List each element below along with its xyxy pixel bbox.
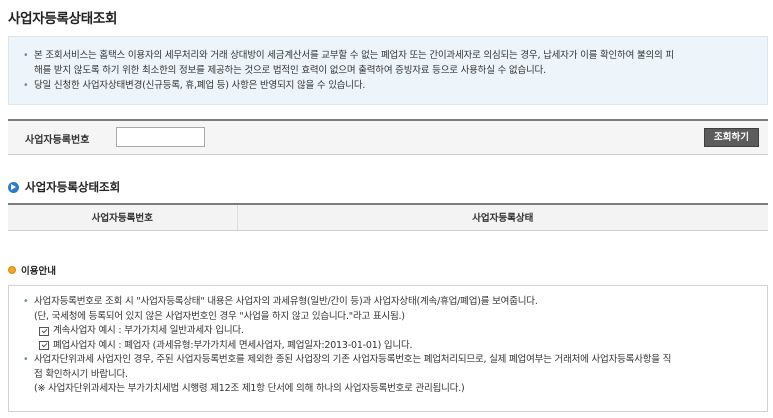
guide-line: (단, 국세청에 등록되어 있지 않은 사업자번호인 경우 "사업을 하지 않고… <box>23 310 753 325</box>
bullet-icon: • <box>23 296 29 307</box>
guide-title-text: 이용안내 <box>21 266 56 277</box>
bullet-icon: • <box>23 80 29 91</box>
column-header-business-number: 사업자등록번호 <box>8 204 238 231</box>
notice-text: 본 조회서비스는 홈택스 이용자의 세무처리와 거래 상대방이 세금계산서를 교… <box>34 50 674 61</box>
business-number-input[interactable] <box>116 127 205 147</box>
business-number-label: 사업자등록번호 <box>25 135 90 146</box>
notice-line: 해를 받지 않도록 하기 위한 최소한의 정보를 제공하는 것으로 법적인 효력… <box>23 63 753 78</box>
result-title: 사업자등록상태조회 <box>25 180 121 194</box>
guide-line: • 사업자등록번호로 조회 시 "사업자등록상태" 내용은 사업자의 과세유형(… <box>23 295 753 310</box>
guide-text: 접 확인하시기 바랍니다. <box>34 368 128 380</box>
search-button[interactable]: 조회하기 <box>704 128 759 147</box>
table-cell <box>8 230 237 236</box>
guide-line: 폐업사업자 예시 : 폐업자 (과세유형:부가가치세 면세사업자, 폐업일자:2… <box>23 339 753 354</box>
guide-line: • 사업자단위과세 사업자인 경우, 주된 사업자등록번호를 제외한 종된 사업… <box>23 353 753 368</box>
page-title: 사업자등록상태조회 <box>8 11 118 27</box>
result-section-title: 사업자등록상태조회 <box>8 179 120 195</box>
table-cell <box>237 230 768 236</box>
bullet-spacer <box>23 63 34 78</box>
guide-line: 계속사업자 예시 : 부가가치세 일반과세자 입니다. <box>23 324 753 339</box>
table-row <box>8 230 768 236</box>
guide-line: 접 확인하시기 바랍니다. <box>23 368 753 383</box>
notice-text: 해를 받지 않도록 하기 위한 최소한의 정보를 제공하는 것으로 법적인 효력… <box>34 65 546 76</box>
result-table: 사업자등록번호 사업자등록상태 <box>8 203 768 236</box>
orange-dot-icon <box>8 266 16 274</box>
check-box-icon <box>39 326 49 336</box>
guide-line: (※ 사업자단위과세자는 부가가치세법 시행령 제12조 제1항 단서에 의해 … <box>23 382 753 397</box>
guide-text: 사업자단위과세 사업자인 경우, 주된 사업자등록번호를 제외한 종된 사업장의… <box>34 354 672 365</box>
circle-arrow-icon <box>8 181 19 193</box>
bullet-icon: • <box>23 354 29 365</box>
search-bar: 사업자등록번호 조회하기 <box>8 119 768 155</box>
check-box-icon <box>39 341 49 351</box>
guide-text: (※ 사업자단위과세자는 부가가치세법 시행령 제12조 제1항 단서에 의해 … <box>34 383 465 394</box>
notice-line: • 당일 신청한 사업자상태변경(신규등록, 휴,폐업 등) 사항은 반영되지 … <box>23 78 753 93</box>
guide-text: (단, 국세청에 등록되어 있지 않은 사업자번호인 경우 "사업을 하지 않고… <box>34 310 405 322</box>
column-header-business-status: 사업자등록상태 <box>237 204 768 231</box>
guide-text: 폐업사업자 예시 : 폐업자 (과세유형:부가가치세 면세사업자, 폐업일자:2… <box>53 339 413 351</box>
notice-line: • 본 조회서비스는 홈택스 이용자의 세무처리와 거래 상대방이 세금계산서를… <box>23 48 753 63</box>
guide-text: 사업자등록번호로 조회 시 "사업자등록상태" 내용은 사업자의 과세유형(일반… <box>34 296 538 307</box>
guide-box: • 사업자등록번호로 조회 시 "사업자등록상태" 내용은 사업자의 과세유형(… <box>8 285 768 412</box>
guide-title: 이용안내 <box>8 263 56 277</box>
notice-box: • 본 조회서비스는 홈택스 이용자의 세무처리와 거래 상대방이 세금계산서를… <box>8 36 768 105</box>
guide-text: 계속사업자 예시 : 부가가치세 일반과세자 입니다. <box>53 325 244 336</box>
bullet-icon: • <box>23 50 29 61</box>
notice-text: 당일 신청한 사업자상태변경(신규등록, 휴,폐업 등) 사항은 반영되지 않을… <box>34 80 366 91</box>
table-header-row: 사업자등록번호 사업자등록상태 <box>8 204 768 231</box>
